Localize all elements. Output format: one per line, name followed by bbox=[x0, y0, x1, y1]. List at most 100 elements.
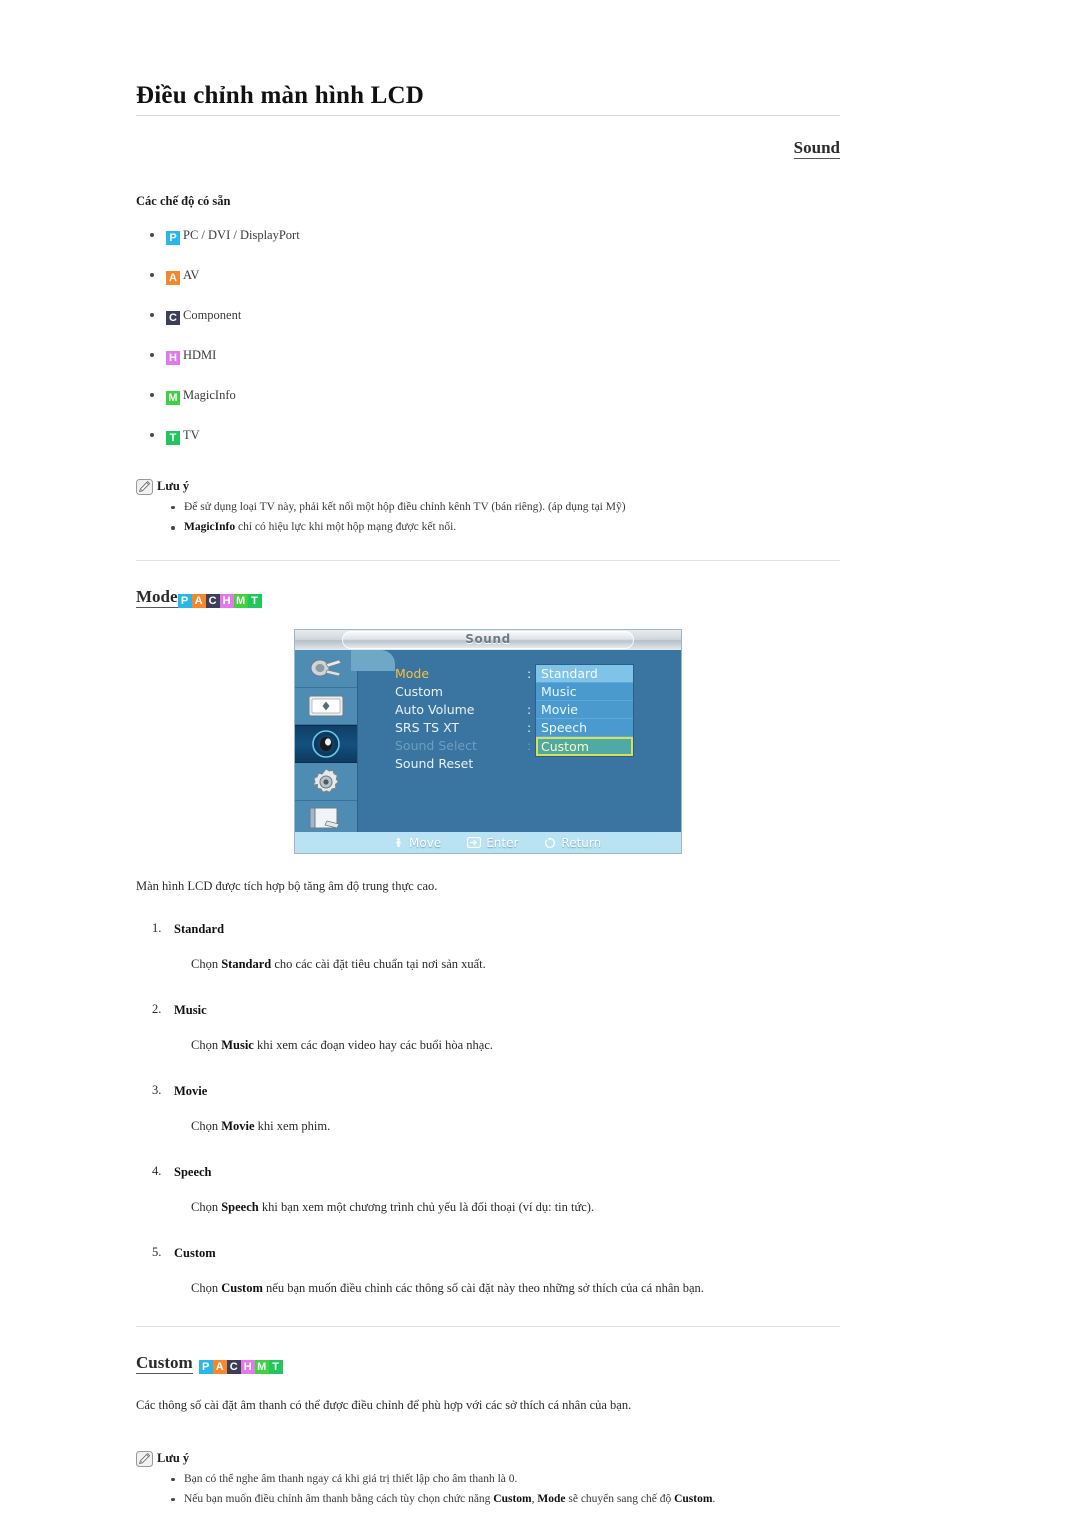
note-header: Lưu ý bbox=[136, 478, 840, 495]
osd-hint-label: Return bbox=[561, 835, 602, 850]
osd-menu-item-custom[interactable]: Custom bbox=[395, 683, 525, 701]
mode-option-title: Music bbox=[174, 1003, 207, 1018]
section-title-text: Sound bbox=[793, 137, 840, 159]
osd-hint-label: Move bbox=[409, 835, 442, 850]
osd-option-music[interactable]: Music bbox=[536, 683, 633, 702]
osd-colon bbox=[527, 755, 537, 773]
note-list: Để sử dụng loại TV này, phải kết nối một… bbox=[136, 499, 840, 537]
osd-sidebar-item-input-source[interactable] bbox=[295, 650, 357, 688]
osd-menu-item-sound-reset[interactable]: Sound Reset bbox=[395, 755, 525, 773]
list-item: Speech Chọn Speech khi bạn xem một chươn… bbox=[152, 1164, 840, 1215]
badge-p-icon: P bbox=[177, 594, 192, 609]
osd-option-custom[interactable]: Custom bbox=[536, 737, 633, 757]
osd-option-movie[interactable]: Movie bbox=[536, 701, 633, 720]
badge-p-icon: P bbox=[166, 230, 180, 245]
note-title: Lưu ý bbox=[157, 1451, 190, 1465]
badge-t-icon: T bbox=[247, 594, 262, 609]
mode-option-desc: Chọn Music khi xem các đoạn video hay cá… bbox=[191, 1037, 840, 1053]
desc-post: khi xem các đoạn video hay các buổi hòa … bbox=[253, 1038, 494, 1053]
list-item: Bạn có thể nghe âm thanh ngay cả khi giá… bbox=[171, 1471, 840, 1488]
osd-titlebar: Sound bbox=[295, 630, 681, 651]
mode-label: AV bbox=[183, 267, 200, 282]
osd-sidebar-item-sound[interactable] bbox=[295, 725, 357, 764]
osd-hint-move: Move bbox=[393, 836, 441, 850]
list-item: Custom Chọn Custom nếu bạn muốn điều chỉ… bbox=[152, 1245, 840, 1296]
osd-hint-return: Return bbox=[544, 836, 601, 850]
badge-a-icon: A bbox=[191, 594, 206, 609]
osd-menu-item-srs-ts-xt[interactable]: SRS TS XT bbox=[395, 719, 525, 737]
list-item: H HDMI bbox=[150, 347, 840, 365]
badge-t-icon: T bbox=[268, 1360, 283, 1375]
section-title: Sound bbox=[136, 137, 840, 159]
osd-hint-label: Enter bbox=[486, 835, 519, 850]
note-text: Để sử dụng loại TV này, phải kết nối một… bbox=[184, 500, 626, 513]
desc-pre: Chọn bbox=[191, 1281, 222, 1296]
desc-pre: Chọn bbox=[191, 1200, 222, 1215]
osd-menu-item-auto-volume[interactable]: Auto Volume bbox=[395, 701, 525, 719]
list-item: M MagicInfo bbox=[150, 387, 840, 405]
badge-h-icon: H bbox=[240, 1360, 255, 1375]
list-item: Movie Chọn Movie khi xem phim. bbox=[152, 1083, 840, 1134]
badge-p-icon: P bbox=[198, 1360, 213, 1375]
note-bold-term: Custom bbox=[493, 1492, 532, 1505]
osd-menu-item-mode[interactable]: Mode bbox=[395, 665, 525, 683]
mode-label: TV bbox=[183, 427, 200, 442]
available-modes-list: P PC / DVI / DisplayPort A AV C Component H… bbox=[136, 227, 840, 445]
osd-sidebar-item-picture[interactable] bbox=[295, 688, 357, 726]
osd-title-pill: Sound bbox=[342, 631, 634, 650]
osd-sidebar-item-setup[interactable] bbox=[295, 763, 357, 801]
osd-bottombar-corner bbox=[351, 650, 395, 672]
list-item: Nếu bạn muốn điều chỉnh âm thanh bằng cá… bbox=[171, 1491, 840, 1508]
badge-a-icon: A bbox=[212, 1360, 227, 1375]
document-page: Điều chỉnh màn hình LCD Sound Các chế độ… bbox=[0, 0, 1080, 1527]
list-item: MagicInfo chỉ có hiệu lực khi một hộp mạ… bbox=[171, 519, 840, 536]
badge-c-icon: C bbox=[166, 310, 180, 325]
divider bbox=[136, 560, 840, 562]
note-title: Lưu ý bbox=[157, 479, 190, 494]
return-icon bbox=[545, 837, 556, 848]
multi-control-icon bbox=[309, 807, 340, 829]
custom-badge-group: PACHMT bbox=[198, 1353, 283, 1375]
page-title: Điều chỉnh màn hình LCD bbox=[136, 82, 840, 116]
osd-menu-item-sound-select: Sound Select bbox=[395, 738, 477, 754]
available-modes-heading: Các chế độ có sẵn bbox=[136, 193, 231, 208]
desc-bold: Speech bbox=[221, 1200, 259, 1215]
desc-pre: Chọn bbox=[191, 1119, 222, 1134]
osd-screenshot-wrap: Sound Mode Custom Auto Volume SRS TS XT … bbox=[136, 630, 840, 854]
osd-hint-enter: Enter bbox=[467, 836, 518, 850]
badge-a-icon: A bbox=[166, 270, 180, 285]
osd-option-speech[interactable]: Speech bbox=[536, 719, 633, 738]
desc-bold: Custom bbox=[221, 1281, 263, 1296]
badge-m-icon: M bbox=[233, 594, 248, 609]
desc-post: nếu bạn muốn điều chỉnh các thông số cài… bbox=[262, 1281, 704, 1296]
list-item: T TV bbox=[150, 427, 840, 445]
mode-option-desc: Chọn Speech khi bạn xem một chương trình… bbox=[191, 1199, 840, 1215]
desc-post: khi bạn xem một chương trình chủ yếu là … bbox=[258, 1200, 595, 1215]
note-text: sẽ chuyển sang chế độ bbox=[565, 1492, 675, 1505]
custom-heading-text: Custom bbox=[136, 1353, 193, 1375]
mode-block-heading: Mode PACHMT bbox=[136, 587, 840, 609]
osd-sidebar bbox=[295, 650, 358, 839]
note-pencil-icon bbox=[136, 1450, 153, 1467]
list-item: P PC / DVI / DisplayPort bbox=[150, 227, 840, 245]
note-text: chỉ có hiệu lực khi một hộp mạng được kế… bbox=[235, 521, 457, 533]
mode-intro-text: Màn hình LCD được tích hợp bộ tăng âm độ… bbox=[136, 879, 438, 894]
desc-bold: Movie bbox=[221, 1119, 255, 1134]
badge-h-icon: H bbox=[166, 350, 180, 365]
mode-label: MagicInfo bbox=[183, 387, 236, 402]
note-list: Bạn có thể nghe âm thanh ngay cả khi giá… bbox=[136, 1471, 840, 1509]
sound-icon bbox=[312, 730, 340, 759]
note-header: Lưu ý bbox=[136, 1450, 840, 1467]
osd-bottombar: Move Enter Return bbox=[295, 832, 681, 854]
desc-bold: Standard bbox=[221, 957, 272, 972]
note-bottom: Lưu ý Bạn có thể nghe âm thanh ngay cả k… bbox=[136, 1450, 840, 1509]
mode-option-title: Standard bbox=[174, 922, 225, 937]
list-item: C Component bbox=[150, 307, 840, 325]
desc-post: cho các cài đặt tiêu chuẩn tại nơi sản x… bbox=[271, 957, 486, 972]
desc-post: khi xem phim. bbox=[254, 1119, 331, 1134]
list-item: Music Chọn Music khi xem các đoạn video … bbox=[152, 1002, 840, 1053]
osd-option-standard[interactable]: Standard bbox=[536, 665, 633, 684]
enter-icon bbox=[467, 837, 482, 849]
mode-label: Component bbox=[183, 307, 242, 322]
list-item: A AV bbox=[150, 267, 840, 285]
